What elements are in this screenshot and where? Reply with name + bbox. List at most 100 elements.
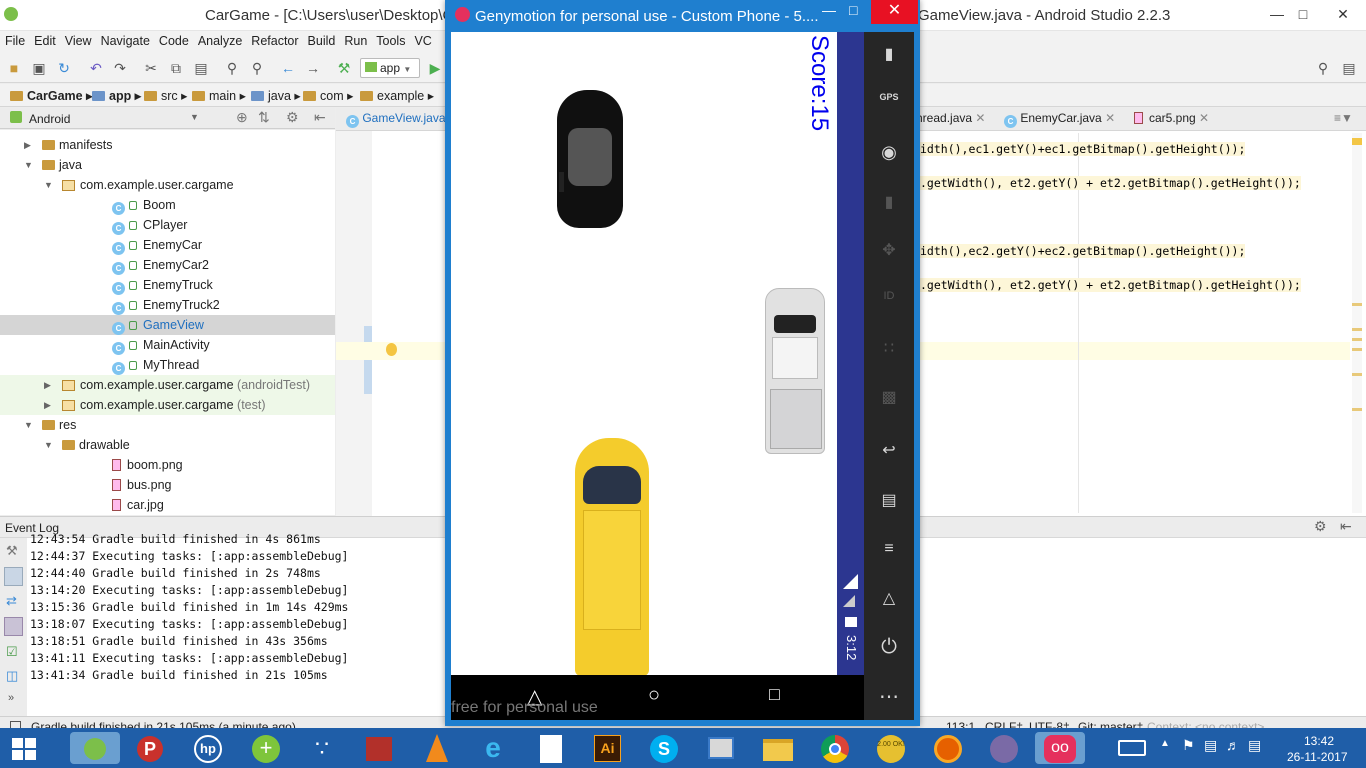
media-icon[interactable]: ▮ [864, 192, 914, 212]
chevron-down-icon[interactable]: ▼ [190, 112, 199, 122]
network-icon[interactable]: ▤ [1204, 737, 1217, 754]
illustrator-taskbar-icon[interactable]: Ai [588, 732, 626, 764]
menu-tools[interactable]: Tools [371, 31, 409, 48]
explorer-taskbar-icon[interactable] [759, 732, 797, 764]
tree-item[interactable]: boom.png [0, 455, 335, 475]
recent-apps-icon[interactable]: □ [769, 684, 780, 705]
network-taskbar-icon[interactable] [702, 732, 740, 764]
battery-widget-icon[interactable]: ▮ [864, 44, 914, 64]
tree-item[interactable]: C EnemyTruck [0, 275, 335, 295]
menu-icon[interactable]: ≡ [864, 540, 914, 558]
publisher-taskbar-icon[interactable]: P [131, 732, 169, 764]
tab-overflow-icon[interactable]: ≡▼ [1334, 111, 1353, 125]
run-config-select[interactable]: app ▼ [360, 58, 420, 78]
back-icon[interactable]: ↩ [864, 440, 914, 460]
windows-start-icon[interactable] [12, 738, 38, 760]
save-icon[interactable]: ▣ [30, 59, 48, 77]
minimize-button[interactable]: — [822, 2, 836, 18]
collapse-all-icon[interactable]: ⇅ [258, 109, 270, 126]
hide-panel-icon[interactable]: ⇤ [1340, 518, 1352, 535]
back-icon[interactable]: ← [279, 59, 297, 77]
crumb-com[interactable]: com ▸ [303, 88, 353, 103]
copy-icon[interactable]: ⧉ [167, 59, 185, 77]
ie-taskbar-icon[interactable]: e [474, 732, 512, 764]
close-button[interactable]: ✕ [1320, 0, 1366, 30]
cut-icon[interactable]: ✂ [142, 59, 160, 77]
crumb-java[interactable]: java ▸ [251, 88, 301, 103]
tree-item[interactable]: C EnemyCar [0, 235, 335, 255]
ok-taskbar-icon[interactable]: 2.00 OK! [872, 732, 910, 764]
tree-item[interactable]: C Boom [0, 195, 335, 215]
tab-mythread[interactable]: hread.java ✕ [916, 111, 985, 125]
make-project-icon[interactable]: ⚒ [335, 59, 353, 77]
chrome-taskbar-icon[interactable] [816, 732, 854, 764]
android-studio-taskbar-icon[interactable] [70, 732, 120, 764]
tree-item[interactable]: ▶ com.example.user.cargame (test) [0, 395, 335, 415]
checklist-icon[interactable]: ☑ [6, 644, 18, 660]
puzzle-taskbar-icon[interactable] [360, 732, 398, 764]
tree-item[interactable]: ▶ manifests [0, 135, 335, 155]
flag-icon[interactable]: ⚑ [1182, 737, 1195, 754]
tree-item[interactable]: car.jpg [0, 495, 335, 515]
sync-icon[interactable]: ↻ [55, 59, 73, 77]
firefox-taskbar-icon[interactable] [929, 732, 967, 764]
home-icon[interactable]: △ [864, 588, 914, 608]
expand-arrow-icon[interactable]: ▶ [44, 375, 51, 395]
scroll-from-source-icon[interactable]: ⊕ [236, 109, 248, 126]
tree-item[interactable]: C MyThread [0, 355, 335, 375]
project-view-label[interactable]: Android [29, 112, 70, 126]
camera-icon[interactable]: ◉ [864, 142, 914, 163]
crumb-main[interactable]: main ▸ [192, 88, 246, 103]
home-icon[interactable]: ○ [648, 684, 660, 707]
maximize-button[interactable]: □ [849, 2, 857, 18]
gps-icon[interactable]: GPS [864, 92, 914, 102]
expand-arrow-icon[interactable]: ▶ [44, 395, 51, 415]
menu-run[interactable]: Run [339, 31, 371, 48]
language-icon[interactable]: ▤ [1248, 737, 1261, 754]
expand-arrow-icon[interactable]: ▼ [24, 415, 33, 435]
message-icon[interactable] [4, 567, 23, 586]
tree-item[interactable]: ▶ com.example.user.cargame (androidTest) [0, 375, 335, 395]
hide-panel-icon[interactable]: ⇤ [314, 109, 326, 126]
scroll-to-end-icon[interactable] [4, 617, 23, 636]
help-icon[interactable]: ▤ [1340, 59, 1358, 77]
run-icon[interactable]: ▶ [426, 59, 444, 77]
wifi-taskbar-icon[interactable]: ∵ [303, 732, 341, 764]
close-button[interactable]: ✕ [871, 0, 918, 24]
genymotion-taskbar-icon[interactable]: oo [1035, 732, 1085, 764]
forward-icon[interactable]: → [304, 59, 322, 77]
device-id-icon[interactable]: ID [864, 290, 914, 302]
skype-taskbar-icon[interactable]: S [645, 732, 683, 764]
keyboard-icon[interactable] [1118, 740, 1146, 756]
menu-file[interactable]: File [0, 31, 29, 48]
hp-taskbar-icon[interactable]: hp [189, 732, 227, 764]
recent-apps-icon[interactable]: ▤ [864, 490, 914, 510]
tree-item[interactable]: ▼ res [0, 415, 335, 435]
volume-icon[interactable]: ♬ [1226, 737, 1240, 753]
tree-item[interactable]: ▼ java [0, 155, 335, 175]
show-hidden-icons-icon[interactable]: ▲ [1160, 738, 1170, 749]
more-options-icon[interactable]: ⋯ [864, 684, 914, 709]
menu-analyze[interactable]: Analyze [193, 31, 246, 48]
paste-icon[interactable]: ▤ [192, 59, 210, 77]
crumb-app[interactable]: app ▸ [92, 88, 141, 103]
gear-icon[interactable]: ⚙ [1314, 518, 1327, 535]
menu-refactor[interactable]: Refactor [246, 31, 302, 48]
filter-icon[interactable]: ⇄ [6, 593, 17, 609]
tree-item[interactable]: C EnemyTruck2 [0, 295, 335, 315]
expand-arrow-icon[interactable]: ▼ [44, 435, 53, 455]
menu-edit[interactable]: Edit [29, 31, 60, 48]
replace-icon[interactable]: ⚲ [248, 59, 266, 77]
dpad-icon[interactable]: ✥ [864, 240, 914, 260]
tree-item[interactable]: C CPlayer [0, 215, 335, 235]
lightbulb-icon[interactable] [386, 343, 397, 356]
crumb-src[interactable]: src ▸ [144, 88, 187, 103]
vlc-taskbar-icon[interactable] [418, 732, 456, 764]
menu-code[interactable]: Code [154, 31, 193, 48]
undo-icon[interactable]: ↶ [87, 59, 105, 77]
crumb-example[interactable]: example ▸ [360, 88, 434, 103]
file-taskbar-icon[interactable] [531, 732, 569, 764]
clock-date[interactable]: 26-11-2017 [1287, 750, 1348, 764]
gear-icon[interactable]: ⚙ [286, 109, 299, 126]
sms-icon[interactable]: ▩ [864, 387, 914, 407]
